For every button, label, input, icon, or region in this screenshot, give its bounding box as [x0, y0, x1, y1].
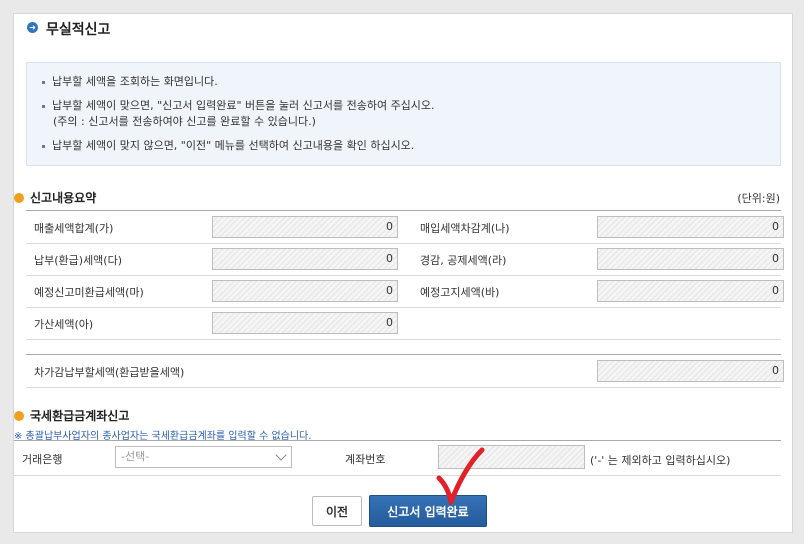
page-header: ➜ 무실적신고: [14, 14, 792, 46]
checkmark-icon: [436, 447, 485, 505]
account-label: 계좌번호: [345, 453, 386, 466]
info-box: 납부할 세액을 조회하는 화면입니다. 납부할 세액이 맞으면, "신고서 입력…: [26, 62, 781, 166]
row-label: 납부(환급)세액(다): [34, 254, 123, 267]
bank-row: 거래은행 -선택- 계좌번호 ('-' 는 제외하고 입력하십시오): [14, 440, 781, 476]
info-line: 납부할 세액이 맞지 않으면, "이전" 메뉴를 선택하여 신고내용을 확인 하…: [42, 137, 414, 153]
value-field: 0: [212, 216, 398, 238]
row-label: 경감, 공제세액(라): [420, 254, 507, 267]
value-field: 0: [212, 280, 398, 302]
value-field: 0: [597, 248, 784, 270]
unit-label: (단위:원): [737, 192, 780, 205]
bullet-icon: [14, 193, 24, 203]
total-label: 차가감납부할세액(환급받을세액): [34, 366, 185, 379]
row-label: 예정고지세액(바): [420, 286, 500, 299]
account-hint: ('-' 는 제외하고 입력하십시오): [590, 454, 731, 467]
report-panel: ➜ 무실적신고 납부할 세액을 조회하는 화면입니다. 납부할 세액이 맞으면,…: [13, 13, 793, 533]
refund-heading: 국세환급금계좌신고: [14, 407, 129, 424]
value-field: 0: [212, 248, 398, 270]
row-label: 매입세액차감계(나): [420, 222, 510, 235]
info-line: 납부할 세액을 조회하는 화면입니다.: [42, 73, 218, 89]
value-field: 0: [597, 280, 784, 302]
total-value: 0: [597, 360, 784, 382]
value-field: 0: [597, 216, 784, 238]
value-field: 0: [212, 312, 398, 334]
table-row: 가산세액(아) 0: [26, 307, 781, 340]
table-row: 예정신고미환급세액(마) 0 예정고지세액(바) 0: [26, 275, 784, 308]
info-line: 납부할 세액이 맞으면, "신고서 입력완료" 버튼을 눌러 신고서를 전송하여…: [42, 97, 435, 113]
summary-heading: 신고내용요약: [14, 189, 96, 206]
total-row: 차가감납부할세액(환급받을세액) 0: [26, 354, 784, 388]
info-note: (주의 : 신고서를 전송하여야 신고를 완료할 수 있습니다.): [53, 115, 316, 128]
row-label: 가산세액(아): [34, 318, 94, 331]
bank-select-value: -선택-: [121, 450, 150, 463]
bank-label: 거래은행: [22, 453, 63, 466]
table-row: 매출세액합계(가) 0 매입세액차감계(나) 0: [26, 211, 784, 244]
chevron-down-icon: [275, 449, 287, 461]
bank-select[interactable]: -선택-: [115, 446, 292, 468]
prev-button[interactable]: 이전: [312, 496, 362, 526]
summary-table: 매출세액합계(가) 0 매입세액차감계(나) 0 납부(환급)세액(다) 0 경…: [26, 210, 784, 341]
table-row: 납부(환급)세액(다) 0 경감, 공제세액(라) 0: [26, 243, 784, 276]
bullet-icon: [14, 411, 24, 421]
row-label: 매출세액합계(가): [34, 222, 114, 235]
row-label: 예정신고미환급세액(마): [34, 286, 144, 299]
page-title: 무실적신고: [46, 22, 111, 38]
arrow-right-icon: ➜: [27, 22, 38, 33]
